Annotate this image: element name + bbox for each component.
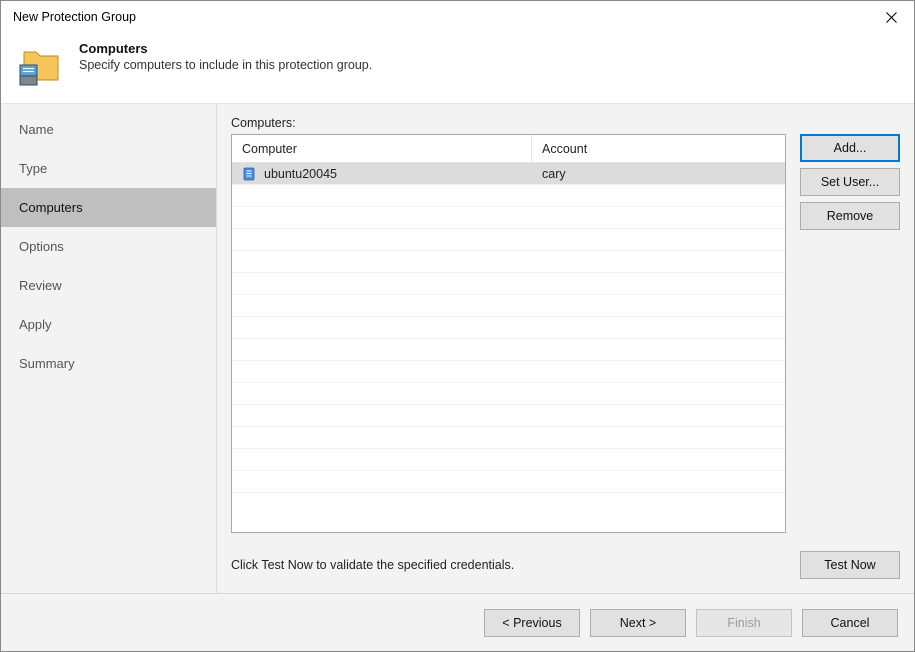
column-header-account[interactable]: Account xyxy=(532,135,785,162)
table-row-empty xyxy=(232,317,785,339)
sidebar-step-apply[interactable]: Apply xyxy=(1,305,216,344)
set-user-button[interactable]: Set User... xyxy=(800,168,900,196)
table-row-empty xyxy=(232,427,785,449)
cell-computer: ubuntu20045 xyxy=(232,167,532,181)
page-subtitle: Specify computers to include in this pro… xyxy=(79,58,372,72)
header-icon xyxy=(17,43,65,91)
column-header-computer[interactable]: Computer xyxy=(232,135,532,162)
table-row-empty xyxy=(232,295,785,317)
main-panel: Computers: Computer Account xyxy=(217,104,914,593)
table-row-empty xyxy=(232,251,785,273)
previous-button[interactable]: < Previous xyxy=(484,609,580,637)
table-header: Computer Account xyxy=(232,135,785,163)
table-row-empty xyxy=(232,405,785,427)
table-row-empty xyxy=(232,273,785,295)
wizard-sidebar: Name Type Computers Options Review Apply… xyxy=(1,104,216,593)
test-now-button[interactable]: Test Now xyxy=(800,551,900,579)
cell-account-value: cary xyxy=(542,167,566,181)
body: Name Type Computers Options Review Apply… xyxy=(1,103,914,593)
table-row-empty xyxy=(232,229,785,251)
window-title: New Protection Group xyxy=(13,10,136,24)
dialog-window: New Protection Group Computers Specify c… xyxy=(0,0,915,652)
table-row-empty xyxy=(232,207,785,229)
table-row-empty xyxy=(232,339,785,361)
sidebar-step-review[interactable]: Review xyxy=(1,266,216,305)
table-row-empty xyxy=(232,449,785,471)
hint-text: Click Test Now to validate the specified… xyxy=(231,558,800,572)
cell-account: cary xyxy=(532,167,785,181)
footer: < Previous Next > Finish Cancel xyxy=(1,593,914,651)
table-and-buttons: Computer Account xyxy=(231,134,900,533)
table-row-empty xyxy=(232,185,785,207)
sidebar-step-name[interactable]: Name xyxy=(1,110,216,149)
folder-computers-icon xyxy=(17,43,65,91)
close-button[interactable] xyxy=(868,1,914,33)
table-row-empty xyxy=(232,471,785,493)
title-bar: New Protection Group xyxy=(1,1,914,33)
remove-button[interactable]: Remove xyxy=(800,202,900,230)
close-icon xyxy=(886,12,897,23)
table-row-empty xyxy=(232,383,785,405)
add-button[interactable]: Add... xyxy=(800,134,900,162)
next-button[interactable]: Next > xyxy=(590,609,686,637)
table-body: ubuntu20045 cary xyxy=(232,163,785,532)
finish-button: Finish xyxy=(696,609,792,637)
computers-label: Computers: xyxy=(231,116,900,130)
sidebar-step-options[interactable]: Options xyxy=(1,227,216,266)
computers-table: Computer Account xyxy=(231,134,786,533)
header: Computers Specify computers to include i… xyxy=(1,33,914,103)
sidebar-step-type[interactable]: Type xyxy=(1,149,216,188)
sidebar-step-summary[interactable]: Summary xyxy=(1,344,216,383)
cancel-button[interactable]: Cancel xyxy=(802,609,898,637)
sidebar-step-computers[interactable]: Computers xyxy=(1,188,216,227)
header-text: Computers Specify computers to include i… xyxy=(79,41,372,72)
hint-row: Click Test Now to validate the specified… xyxy=(231,551,900,579)
page-title: Computers xyxy=(79,41,372,56)
side-buttons: Add... Set User... Remove xyxy=(800,134,900,533)
computer-icon xyxy=(242,167,256,181)
table-row-empty xyxy=(232,361,785,383)
table-row[interactable]: ubuntu20045 cary xyxy=(232,163,785,185)
cell-computer-value: ubuntu20045 xyxy=(264,167,337,181)
